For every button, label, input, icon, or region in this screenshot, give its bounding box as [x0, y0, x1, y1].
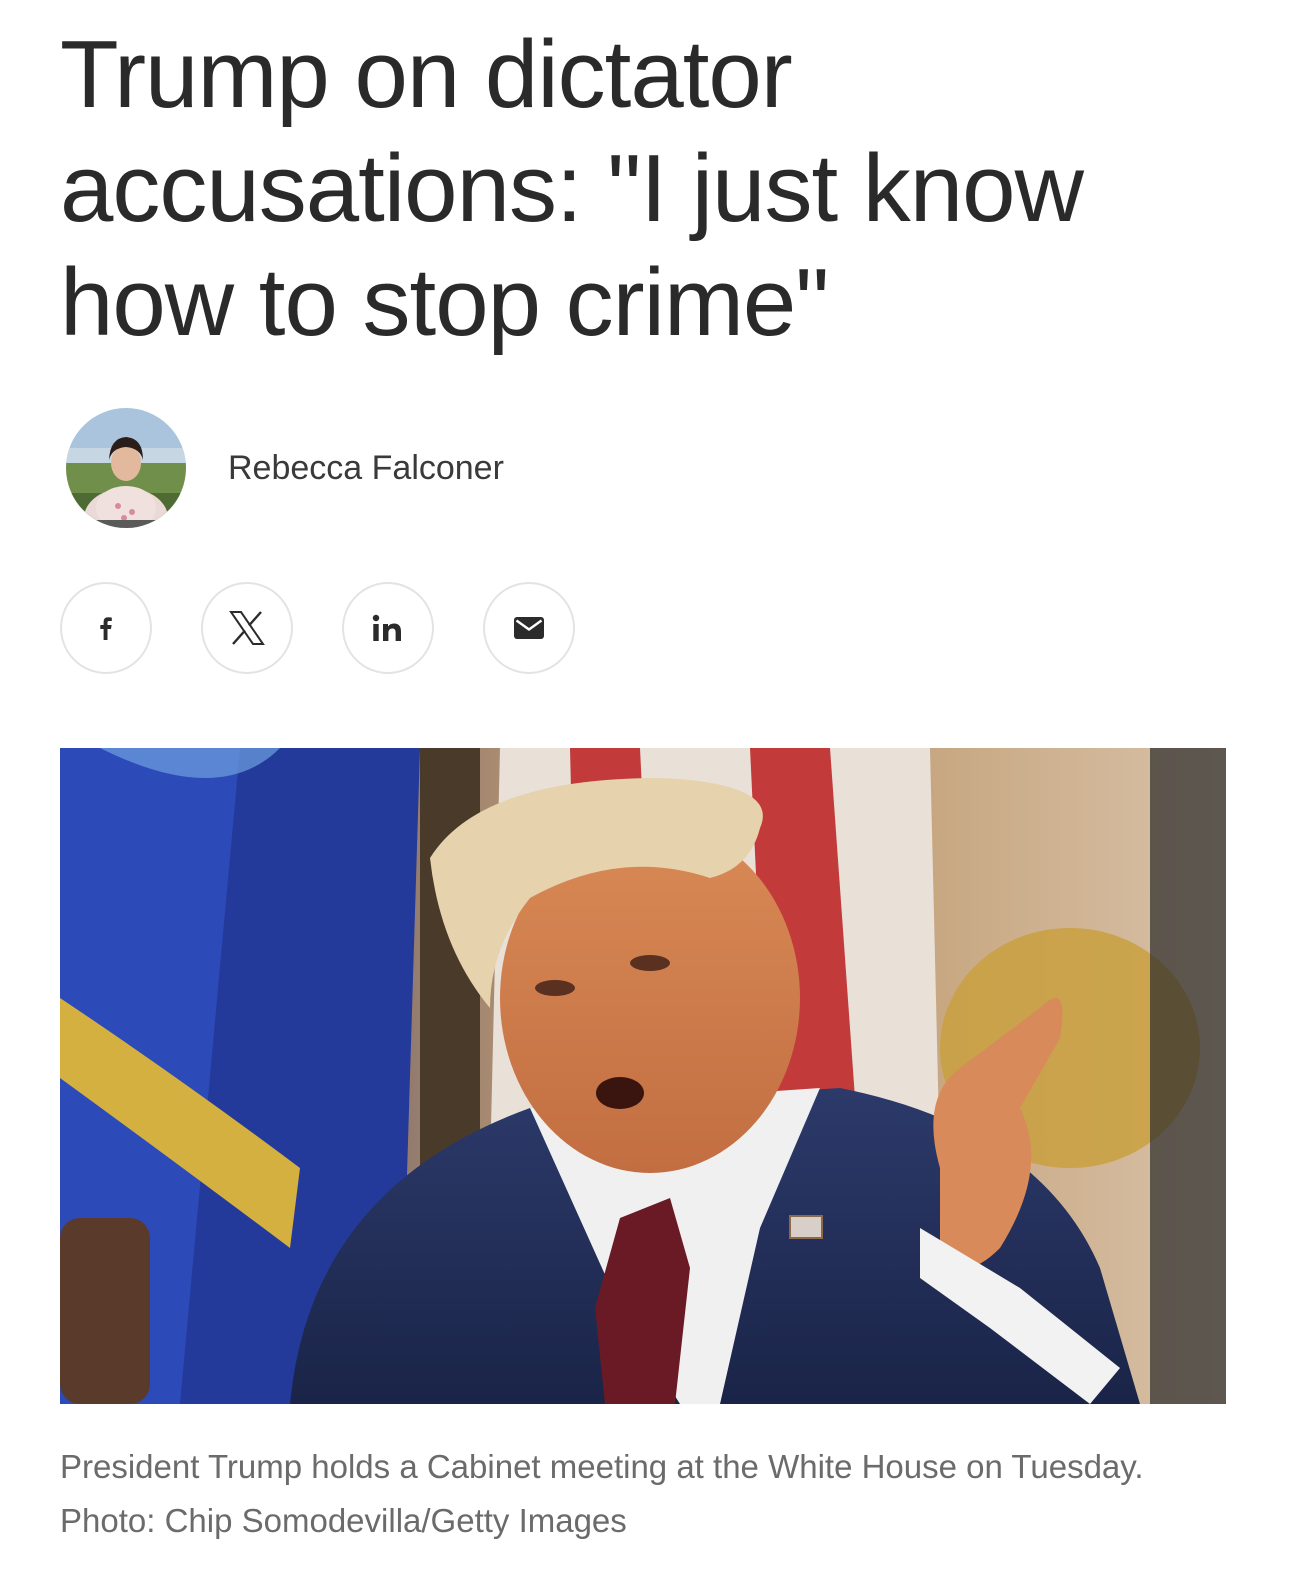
- share-linkedin-button[interactable]: [342, 582, 434, 674]
- article-photo: [60, 748, 1226, 1404]
- article-headline: Trump on dictator accusations: "I just k…: [60, 21, 1084, 356]
- share-facebook-button[interactable]: [60, 582, 152, 674]
- share-bar: [60, 582, 575, 674]
- author-name[interactable]: Rebecca Falconer: [228, 449, 504, 488]
- byline: Rebecca Falconer: [66, 408, 504, 528]
- x-icon: [229, 611, 265, 645]
- linkedin-icon: [372, 614, 401, 641]
- facebook-icon: [100, 617, 112, 640]
- author-avatar[interactable]: [66, 408, 186, 528]
- photo-caption: President Trump holds a Cabinet meeting …: [60, 1448, 1144, 1539]
- share-email-button[interactable]: [483, 582, 575, 674]
- email-icon: [514, 617, 544, 639]
- share-x-button[interactable]: [201, 582, 293, 674]
